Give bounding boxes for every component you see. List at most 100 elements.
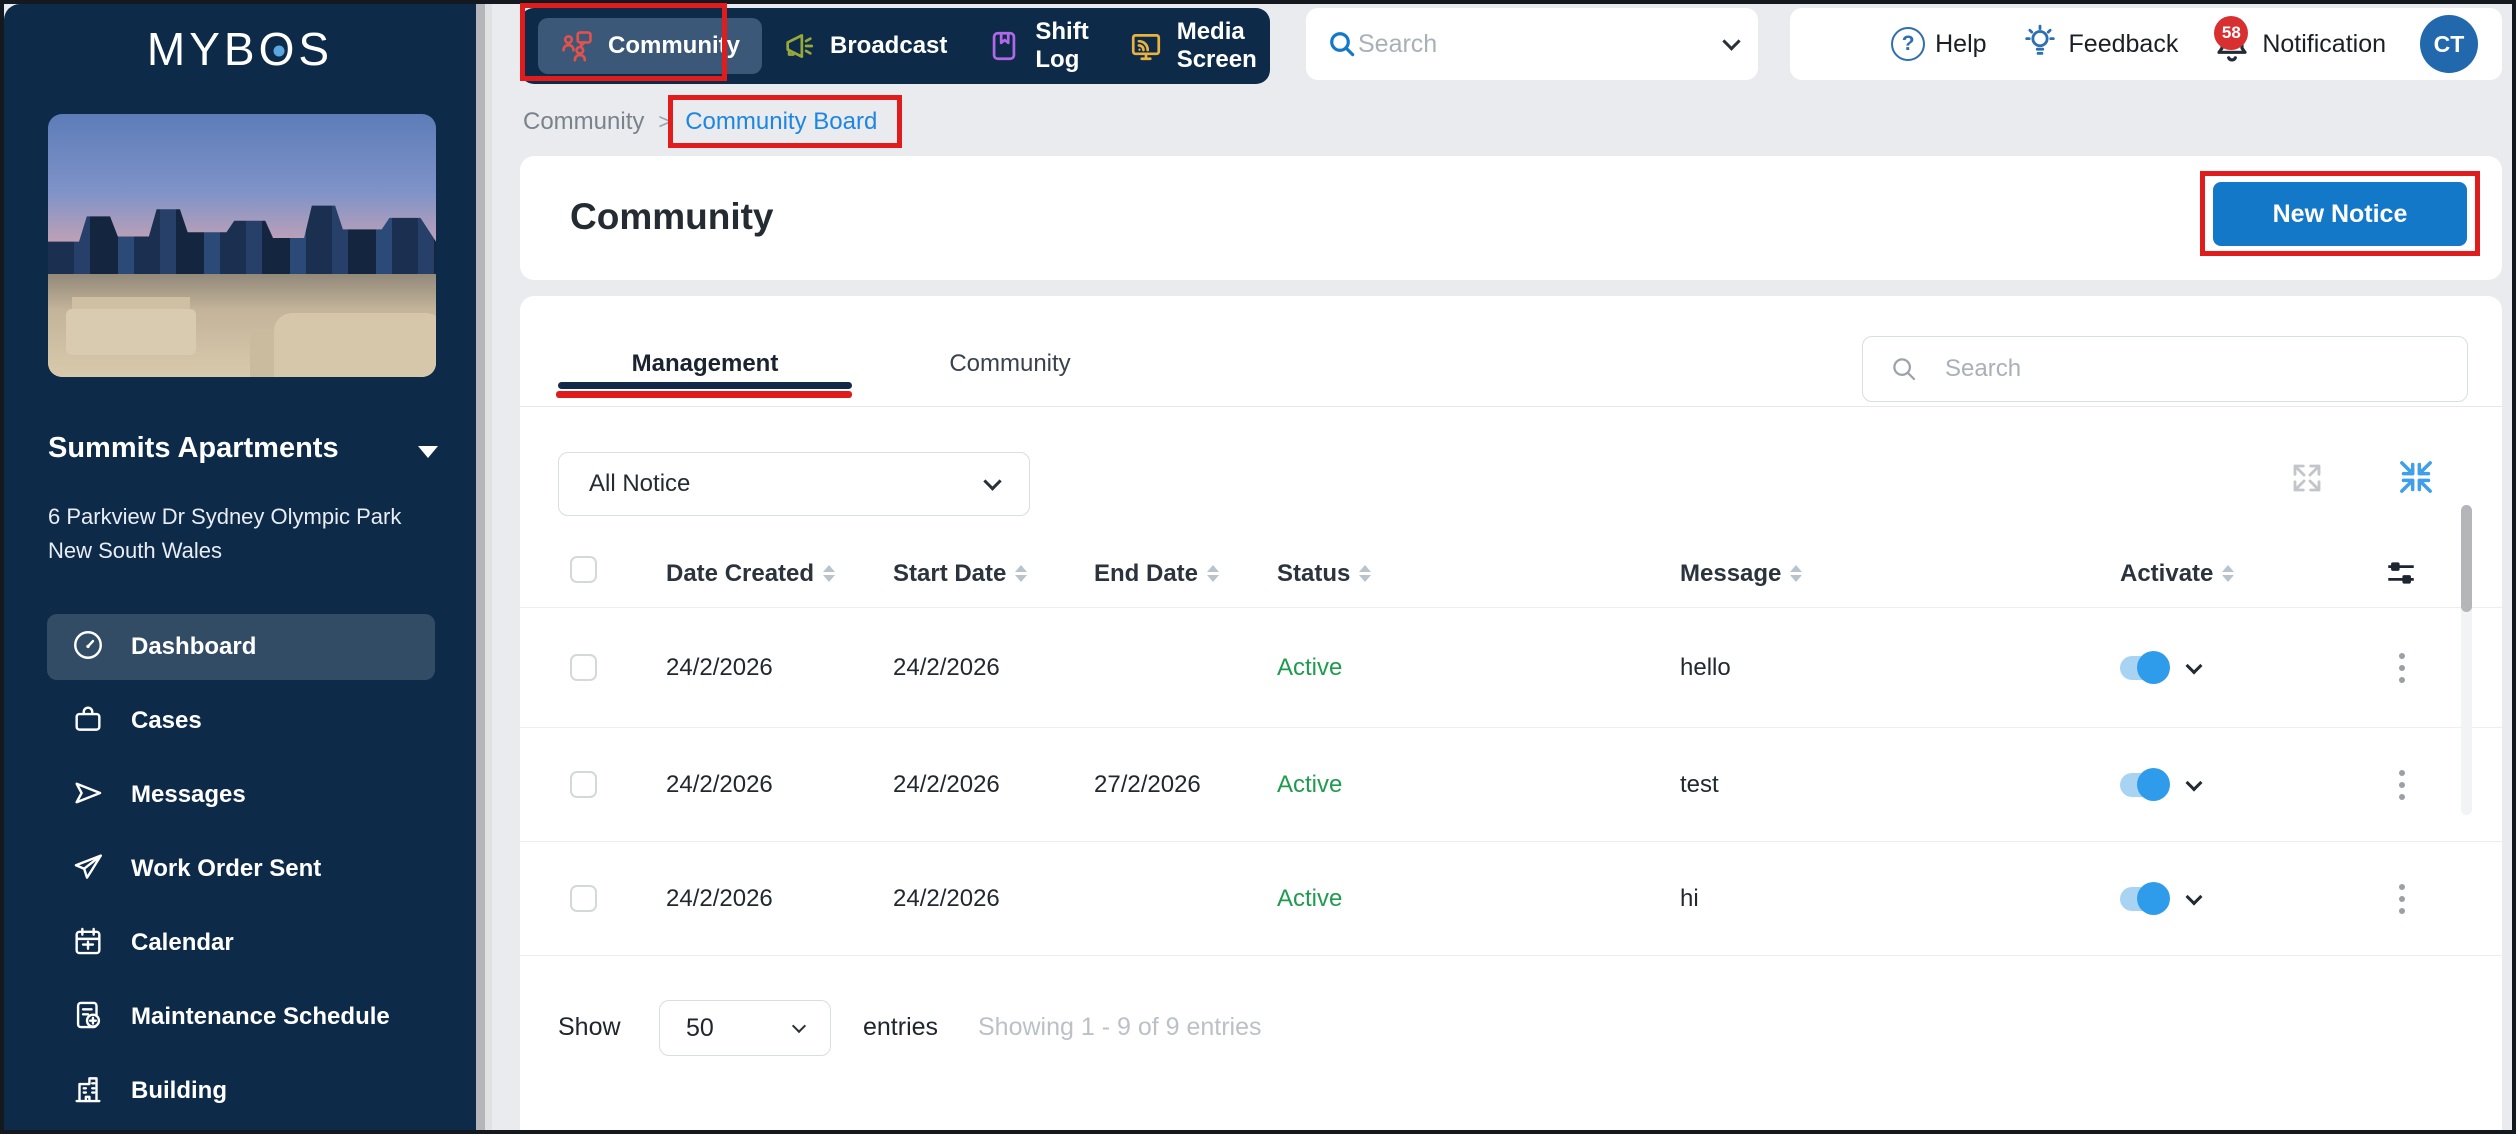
chevron-down-icon[interactable] (2185, 888, 2203, 905)
cell-start-date: 24/2/2026 (893, 770, 1000, 798)
terrace-table-graphic (66, 309, 196, 355)
global-search-input[interactable] (1358, 29, 1725, 59)
building-photo (48, 114, 436, 377)
lightbulb-icon (2021, 22, 2059, 67)
topnav-item-broadcast[interactable]: Broadcast (762, 29, 967, 63)
sidebar-item-label: Maintenance Schedule (131, 1003, 390, 1030)
megaphone-icon (782, 29, 816, 63)
topnav-item-label: Media Screen (1176, 18, 1257, 73)
feedback-button[interactable]: Feedback (2021, 22, 2178, 67)
breadcrumb-current[interactable]: Community Board (685, 108, 877, 136)
community-board-card: Management Community All Notice Date Cre… (520, 296, 2502, 1130)
table-row: 24/2/2026 24/2/2026 Active hello (520, 607, 2502, 727)
sort-icon[interactable] (1790, 565, 1803, 582)
address-line-1: 6 Parkview Dr Sydney Olympic Park (48, 504, 402, 529)
new-notice-button[interactable]: New Notice (2213, 182, 2467, 246)
topnav-item-media-screen[interactable]: Media Screen (1109, 18, 1277, 74)
building-address: 6 Parkview Dr Sydney Olympic Park New So… (48, 500, 438, 568)
column-header-start-date[interactable]: Start Date (893, 560, 1094, 588)
page-size-select[interactable]: 50 (659, 1000, 831, 1056)
activate-toggle[interactable] (2120, 767, 2170, 801)
activate-toggle[interactable] (2120, 650, 2170, 684)
notice-filter-select[interactable]: All Notice (558, 452, 1030, 516)
row-menu-kebab-icon[interactable] (2390, 652, 2414, 683)
sort-icon[interactable] (2222, 565, 2235, 582)
column-header-message[interactable]: Message (1680, 560, 2120, 588)
help-button[interactable]: ? Help (1891, 27, 1987, 61)
show-label: Show (558, 1013, 621, 1041)
sidebar-item-maintenance-schedule[interactable]: Maintenance Schedule (47, 984, 435, 1050)
cell-date-created: 24/2/2026 (666, 884, 773, 912)
building-name[interactable]: Summits Apartments (48, 432, 388, 465)
notification-label: Notification (2262, 29, 2386, 58)
table-row: 24/2/2026 24/2/2026 Active hi (520, 841, 2502, 956)
chevron-down-icon[interactable] (2185, 774, 2203, 791)
breadcrumb-separator: > (658, 109, 672, 134)
table-header-row: Date Created Start Date End Date Status … (520, 540, 2502, 607)
entries-summary: Showing 1 - 9 of 9 entries (978, 1013, 1262, 1041)
sidebar-item-label: Building (131, 1077, 227, 1104)
sidebar-item-building[interactable]: Building (47, 1058, 435, 1124)
topnav-item-label: Community (608, 32, 740, 59)
sidebar-item-work-order-sent[interactable]: Work Order Sent (47, 836, 435, 902)
sidebar-scrollbar[interactable] (476, 4, 492, 1130)
column-header-end-date[interactable]: End Date (1094, 560, 1277, 588)
select-all-checkbox[interactable] (570, 556, 597, 583)
global-search (1306, 8, 1758, 80)
sidebar-item-messages[interactable]: Messages (47, 762, 435, 828)
tab-management[interactable]: Management (558, 340, 852, 388)
user-avatar[interactable]: CT (2420, 15, 2478, 73)
sidebar-item-calendar[interactable]: Calendar (47, 910, 435, 976)
sort-icon[interactable] (1359, 565, 1372, 582)
column-header-date-created[interactable]: Date Created (666, 560, 893, 588)
collapse-table-icon[interactable] (2396, 457, 2436, 497)
chevron-down-icon[interactable] (1722, 31, 1741, 51)
help-label: Help (1935, 29, 1987, 58)
activate-toggle[interactable] (2120, 881, 2170, 915)
sidebar-item-dashboard[interactable]: Dashboard (47, 614, 435, 680)
breadcrumb-parent[interactable]: Community (523, 108, 644, 136)
expand-table-icon[interactable] (2289, 460, 2325, 496)
page-title: Community (570, 196, 774, 237)
notification-button[interactable]: 58 Notification (2212, 16, 2386, 64)
cell-status: Active (1277, 653, 1343, 681)
table-scrollbar-thumb[interactable] (2461, 505, 2472, 612)
row-checkbox[interactable] (570, 654, 597, 681)
cell-date-created: 24/2/2026 (666, 653, 773, 681)
briefcase-icon (71, 702, 105, 741)
row-menu-kebab-icon[interactable] (2390, 883, 2414, 914)
topnav-item-community[interactable]: Community (538, 18, 762, 74)
tab-community[interactable]: Community (938, 340, 1082, 388)
chevron-down-icon[interactable] (2185, 657, 2203, 674)
cell-date-created: 24/2/2026 (666, 770, 773, 798)
sidebar-item-label: Messages (131, 781, 246, 808)
sort-icon[interactable] (823, 565, 836, 582)
column-header-status[interactable]: Status (1277, 560, 1680, 588)
row-checkbox[interactable] (570, 771, 597, 798)
column-header-activate[interactable]: Activate (2120, 560, 2502, 588)
topnav-item-shift-log[interactable]: Shift Log (967, 18, 1108, 74)
chevron-down-icon (791, 1018, 807, 1033)
bell-icon: 58 (2212, 16, 2252, 64)
page-size-value: 50 (686, 1013, 714, 1042)
row-menu-kebab-icon[interactable] (2390, 769, 2414, 800)
building-icon (71, 1072, 105, 1111)
terrace-sofa-graphic (274, 313, 436, 377)
sidebar-nav: Dashboard Cases Messages Work Order Sent… (47, 614, 435, 1132)
search-icon (1330, 32, 1355, 57)
sidebar-item-label: Work Order Sent (131, 855, 322, 882)
table-search-input[interactable] (1945, 355, 2441, 383)
sidebar: MYBOS Summits Apartments 6 Parkview Dr S… (4, 4, 476, 1130)
building-switcher-caret-icon[interactable] (418, 446, 438, 458)
calendar-icon (71, 924, 105, 963)
sort-icon[interactable] (1015, 565, 1028, 582)
column-settings-icon[interactable] (2384, 556, 2418, 590)
sort-icon[interactable] (1207, 565, 1220, 582)
community-icon (560, 29, 594, 63)
cell-message: hi (1680, 884, 1699, 912)
cell-message: test (1680, 770, 1719, 798)
row-checkbox[interactable] (570, 885, 597, 912)
sidebar-item-cases[interactable]: Cases (47, 688, 435, 754)
pagination-bar: Show 50 entries Showing 1 - 9 of 9 entri… (520, 1000, 2502, 1056)
notice-filter-value: All Notice (589, 470, 691, 497)
